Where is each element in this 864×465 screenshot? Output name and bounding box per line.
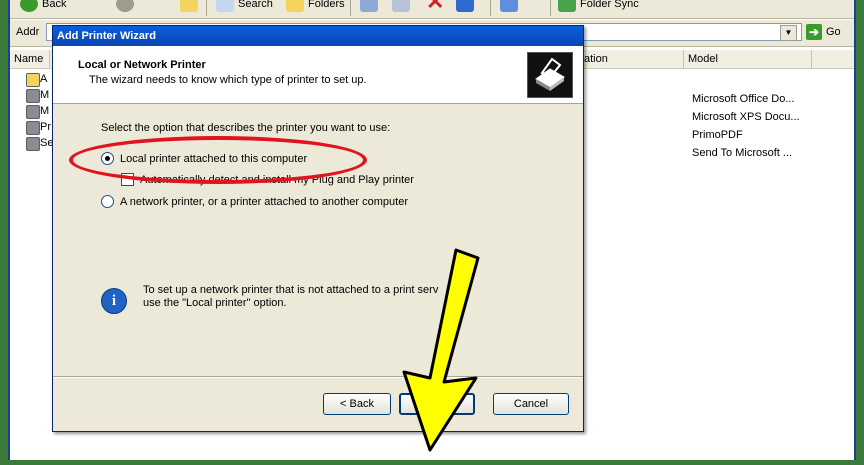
copy-to-icon bbox=[392, 0, 410, 12]
chevron-down-icon: ▼ bbox=[784, 28, 793, 37]
yellow-arrow-annotation bbox=[402, 248, 480, 452]
info-icon: i bbox=[101, 288, 127, 314]
list-item-label: M bbox=[40, 105, 50, 117]
list-item[interactable] bbox=[26, 88, 40, 103]
list-item-label: A bbox=[40, 73, 48, 85]
move-to-icon bbox=[360, 0, 378, 12]
folder-sync-icon bbox=[558, 0, 576, 12]
model-cell: Microsoft XPS Docu... bbox=[692, 111, 800, 123]
up-folder-button[interactable] bbox=[180, 0, 202, 14]
go-arrow-icon: ➔ bbox=[806, 24, 822, 40]
printer-icon bbox=[26, 136, 40, 151]
wizard-header: Local or Network Printer The wizard need… bbox=[53, 46, 583, 104]
red-highlight-annotation bbox=[69, 136, 367, 184]
address-label: Addr bbox=[16, 26, 40, 38]
wizard-heading: Local or Network Printer bbox=[78, 59, 206, 71]
list-item[interactable] bbox=[26, 136, 40, 151]
wizard-subheading: The wizard needs to know which type of p… bbox=[89, 74, 367, 86]
views-icon bbox=[500, 0, 518, 12]
model-cell: PrimoPDF bbox=[692, 129, 743, 141]
dialog-title-bar[interactable]: Add Printer Wizard bbox=[53, 26, 583, 46]
delete-icon[interactable]: ✕ bbox=[426, 0, 444, 14]
move-to-button[interactable] bbox=[360, 0, 382, 14]
printer-icon bbox=[26, 88, 40, 103]
column-location[interactable]: ation bbox=[580, 50, 684, 68]
list-item[interactable] bbox=[26, 72, 40, 87]
go-button[interactable]: ➔ Go bbox=[806, 23, 850, 41]
toolbar: Back Search Folders ✕ Folder Sync bbox=[10, 0, 854, 19]
undo-icon bbox=[456, 0, 474, 12]
list-item-label: Pr bbox=[40, 121, 51, 133]
back-arrow-icon bbox=[20, 0, 38, 12]
address-dropdown-button[interactable]: ▼ bbox=[780, 25, 797, 41]
forward-button[interactable] bbox=[116, 0, 138, 14]
network-printer-radio[interactable] bbox=[101, 195, 114, 208]
toolbar-separator bbox=[206, 0, 207, 16]
printer-icon bbox=[527, 52, 573, 98]
model-cell: Send To Microsoft ... bbox=[692, 147, 793, 159]
toolbar-separator bbox=[350, 0, 351, 16]
printer-icon bbox=[26, 104, 40, 119]
undo-button[interactable] bbox=[456, 0, 478, 14]
forward-arrow-icon bbox=[116, 0, 134, 12]
copy-to-button[interactable] bbox=[392, 0, 414, 14]
list-item-label: M bbox=[40, 89, 50, 101]
search-icon bbox=[216, 0, 234, 12]
folders-icon bbox=[286, 0, 304, 12]
list-item[interactable] bbox=[26, 120, 40, 135]
printer-icon bbox=[26, 120, 40, 135]
toolbar-separator bbox=[550, 0, 551, 16]
column-name[interactable]: Name bbox=[10, 50, 50, 68]
list-item[interactable] bbox=[26, 104, 40, 119]
toolbar-separator bbox=[490, 0, 491, 16]
folders-button[interactable]: Folders bbox=[286, 0, 345, 14]
model-cell: Microsoft Office Do... bbox=[692, 93, 795, 105]
back-button[interactable]: Back bbox=[20, 0, 66, 14]
folder-sync-button[interactable]: Folder Sync bbox=[558, 0, 639, 14]
search-button[interactable]: Search bbox=[216, 0, 273, 14]
add-printer-icon bbox=[26, 72, 40, 87]
up-folder-icon bbox=[180, 0, 198, 12]
views-button[interactable] bbox=[500, 0, 522, 14]
column-model[interactable]: Model bbox=[684, 50, 812, 68]
option-prompt: Select the option that describes the pri… bbox=[101, 122, 391, 134]
